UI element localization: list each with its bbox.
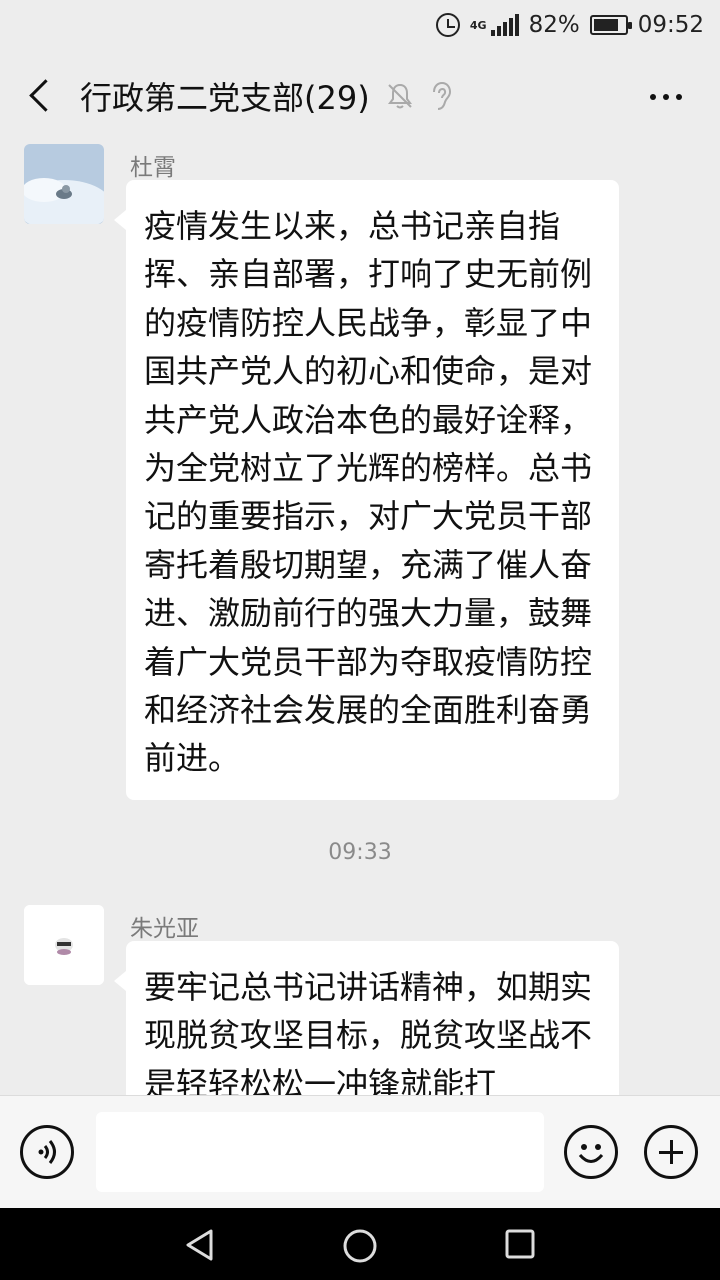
system-nav-bar (0, 1208, 720, 1280)
clock: 09:52 (637, 12, 704, 38)
message-input[interactable] (96, 1112, 544, 1192)
battery-percent: 82% (528, 12, 580, 38)
chat-title: 行政第二党支部(29) (80, 79, 370, 117)
network-type: 4G (469, 18, 487, 32)
message-bubble[interactable]: 要牢记总书记讲话精神，如期实现脱贫攻坚目标，脱贫攻坚战不是轻轻松松一冲锋就能打 (114, 941, 619, 1095)
nav-recent-icon[interactable] (504, 1228, 536, 1260)
chat-area[interactable]: 杜霄 疫情发生以来，总书记亲自指挥、亲自部署，打响了史无前例的疫情防控人民战争，… (0, 142, 720, 1095)
battery-icon (589, 15, 632, 35)
sender-name: 朱光亚 (130, 916, 199, 942)
more-icon[interactable] (650, 94, 682, 100)
plus-icon[interactable] (644, 1125, 698, 1179)
chat-header: 行政第二党支部(29) (0, 50, 720, 142)
voice-icon[interactable] (20, 1125, 74, 1179)
avatar[interactable] (24, 905, 104, 985)
sender-name: 杜霄 (130, 155, 176, 181)
emoji-icon[interactable] (564, 1125, 618, 1179)
status-bar: 4G 82% 09:52 (0, 0, 720, 50)
alarm-icon (435, 13, 460, 37)
nav-back-icon[interactable] (183, 1228, 217, 1262)
input-bar (0, 1095, 720, 1208)
message-bubble[interactable]: 疫情发生以来，总书记亲自指挥、亲自部署，打响了史无前例的疫情防控人民战争，彰显了… (114, 180, 619, 800)
time-divider: 09:33 (328, 840, 392, 865)
avatar[interactable] (24, 144, 104, 224)
signal-icon (490, 14, 519, 36)
mute-icon (387, 83, 412, 109)
nav-home-icon[interactable] (342, 1228, 378, 1264)
back-icon[interactable] (14, 50, 74, 142)
ear-icon (432, 81, 451, 110)
